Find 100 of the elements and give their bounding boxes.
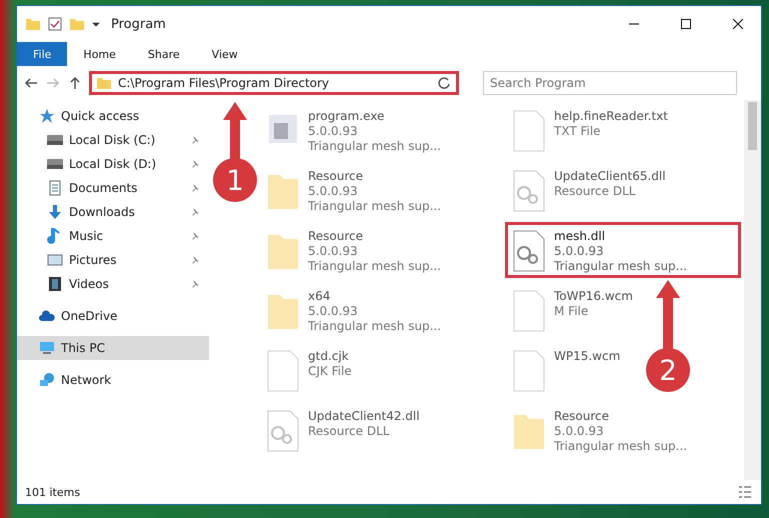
file-item[interactable]: program.exe 5.0.0.93 Triangular mesh sup... xyxy=(259,102,448,158)
item-count: 101 items xyxy=(25,486,80,498)
pin-icon xyxy=(191,183,201,193)
address-bar[interactable]: C:\Program Files\Program Directory xyxy=(89,71,459,95)
file-detail: 5.0.0.93 xyxy=(554,244,605,259)
file-item[interactable]: mesh.dll 5.0.0.93 Triangular mesh sup... xyxy=(505,222,741,278)
step-number: 2 xyxy=(646,348,690,392)
file-detail: 5.0.0.93 xyxy=(308,304,359,319)
file-name: program.exe xyxy=(308,109,386,124)
ribbon-tab[interactable]: Share xyxy=(132,42,196,66)
file-item[interactable]: gtd.cjk CJK File xyxy=(259,342,359,398)
file-detail: Triangular mesh sup... xyxy=(308,319,442,334)
file-detail: CJK File xyxy=(308,364,352,379)
blank-file-icon xyxy=(512,349,546,393)
blank-file-icon xyxy=(266,349,300,393)
sidebar-label: Documents xyxy=(69,181,138,195)
file-item[interactable]: ToWP16.wcm M File xyxy=(505,282,640,338)
file-name: Resource xyxy=(308,229,364,244)
folder-icon xyxy=(25,16,41,32)
sidebar-item[interactable]: Local Disk (D:) xyxy=(17,152,209,176)
file-name: UpdateClient65.dll xyxy=(554,169,666,184)
file-detail: Triangular mesh sup... xyxy=(554,259,688,274)
file-item[interactable]: Resource 5.0.0.93 Triangular mesh sup... xyxy=(259,162,448,218)
sidebar-item[interactable]: Network xyxy=(17,368,209,392)
sidebar-item[interactable]: Quick access xyxy=(17,104,209,128)
pin-icon xyxy=(191,279,201,289)
folder-icon xyxy=(96,75,112,91)
properties-icon xyxy=(47,16,63,32)
star-icon xyxy=(39,108,55,124)
sidebar-label: Music xyxy=(69,229,104,243)
sidebar-item[interactable]: Local Disk (C:) xyxy=(17,128,209,152)
file-name: help.fineReader.txt xyxy=(554,109,668,124)
blank-file-icon xyxy=(512,109,546,153)
search-field[interactable]: Search Program xyxy=(483,71,737,95)
ribbon-tab[interactable]: View xyxy=(196,42,254,66)
file-name: ToWP16.wcm xyxy=(554,289,633,304)
gears-file-icon xyxy=(512,229,546,273)
sidebar-item[interactable]: Videos xyxy=(17,272,209,296)
drive-icon xyxy=(47,156,63,172)
sidebar-label: Pictures xyxy=(69,253,118,267)
file-name: gtd.cjk xyxy=(308,349,350,364)
ribbon-tab[interactable]: File xyxy=(17,42,68,66)
file-detail: TXT File xyxy=(554,124,602,139)
gears-file-icon xyxy=(512,169,546,213)
sidebar-label: Local Disk (C:) xyxy=(69,133,156,147)
sidebar-label: Local Disk (D:) xyxy=(69,157,158,171)
file-detail: Triangular mesh sup... xyxy=(308,199,442,214)
sidebar-item[interactable]: This PC xyxy=(17,336,209,360)
file-item[interactable]: UpdateClient42.dll Resource DLL xyxy=(259,402,427,458)
sidebar-label: This PC xyxy=(61,341,106,355)
details-view-icon xyxy=(737,484,753,500)
sidebar-label: Network xyxy=(61,373,112,387)
sidebar-item[interactable]: Music xyxy=(17,224,209,248)
sidebar-item[interactable]: Pictures xyxy=(17,248,209,272)
file-item[interactable]: x64 5.0.0.93 Triangular mesh sup... xyxy=(259,282,448,338)
file-item[interactable]: help.fineReader.txt TXT File xyxy=(505,102,675,158)
pin-icon xyxy=(191,231,201,241)
scrollbar[interactable] xyxy=(744,100,761,480)
picture-icon xyxy=(47,252,63,268)
sidebar-item[interactable]: Downloads xyxy=(17,200,209,224)
file-name: Resource xyxy=(554,409,610,424)
file-detail: Resource DLL xyxy=(308,424,390,439)
step-number: 1 xyxy=(213,158,257,202)
sidebar-label: Quick access xyxy=(61,109,140,123)
annotation-arrow xyxy=(653,280,683,350)
file-name: x64 xyxy=(308,289,332,304)
pin-icon xyxy=(191,159,201,169)
file-detail: 5.0.0.93 xyxy=(308,124,359,139)
file-item[interactable]: Resource 5.0.0.93 Triangular mesh sup... xyxy=(259,222,448,278)
new-folder-icon xyxy=(69,16,85,32)
file-name: WP15.wcm xyxy=(554,349,620,364)
file-name: mesh.dll xyxy=(554,229,606,244)
file-detail: Triangular mesh sup... xyxy=(554,439,688,454)
monitor-icon xyxy=(39,340,55,356)
file-item[interactable]: WP15.wcm xyxy=(505,342,628,398)
close-icon xyxy=(733,19,743,29)
pin-icon xyxy=(191,207,201,217)
network-icon xyxy=(39,372,55,388)
sidebar-item[interactable]: OneDrive xyxy=(17,304,209,328)
file-detail: Triangular mesh sup... xyxy=(308,259,442,274)
file-item[interactable]: UpdateClient65.dll Resource DLL xyxy=(505,162,673,218)
sidebar-item[interactable]: Documents xyxy=(17,176,209,200)
maximize-icon xyxy=(681,19,691,29)
pin-icon xyxy=(191,135,201,145)
window-title: Program xyxy=(111,16,167,32)
file-detail: 5.0.0.93 xyxy=(554,424,605,439)
gears-file-icon xyxy=(266,409,300,453)
file-item[interactable]: Resource 5.0.0.93 Triangular mesh sup... xyxy=(505,402,694,458)
cloud-icon xyxy=(39,308,55,324)
refresh-icon xyxy=(436,75,452,91)
file-detail: 5.0.0.93 xyxy=(308,184,359,199)
download-icon xyxy=(47,204,63,220)
file-name: Resource xyxy=(308,169,364,184)
sidebar-label: Downloads xyxy=(69,205,136,219)
file-detail: Resource DLL xyxy=(554,184,636,199)
film-icon xyxy=(47,276,63,292)
ribbon-tab[interactable]: Home xyxy=(67,42,132,66)
file-detail: M File xyxy=(554,304,590,319)
pin-icon xyxy=(191,255,201,265)
sidebar-label: OneDrive xyxy=(61,309,118,323)
